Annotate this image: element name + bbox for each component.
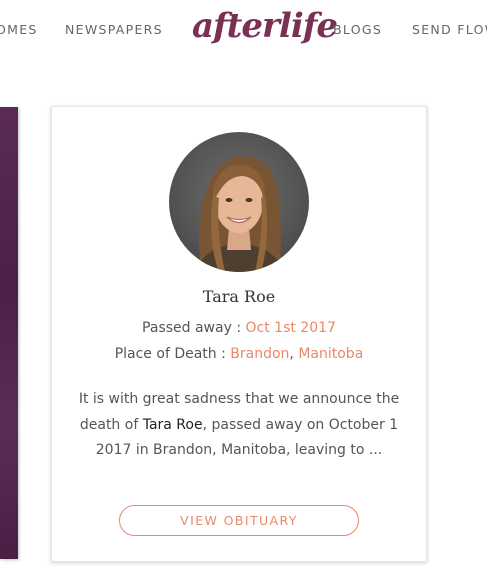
- city-link[interactable]: Brandon: [230, 346, 289, 362]
- province-link[interactable]: Manitoba: [298, 346, 363, 362]
- previous-obituary-card[interactable]: [0, 107, 18, 559]
- avatar[interactable]: [169, 132, 309, 272]
- passed-away-line: Passed away : Oct 1st 2017: [52, 320, 426, 336]
- passed-away-label: Passed away :: [142, 320, 246, 336]
- nav-link-newspapers[interactable]: NEWSPAPERS: [65, 22, 163, 37]
- afterlife-logo[interactable]: afterlife: [192, 2, 338, 50]
- place-of-death-line: Place of Death : Brandon, Manitoba: [52, 346, 426, 362]
- obituary-excerpt: It is with great sadness that we announc…: [72, 387, 406, 464]
- portrait-photo: [194, 156, 286, 272]
- nav-link-send-flowers[interactable]: SEND FLOW: [412, 22, 487, 37]
- nav-link-homes[interactable]: OMES: [0, 22, 38, 37]
- passed-away-date-link[interactable]: Oct 1st 2017: [246, 320, 336, 336]
- nav-link-blogs[interactable]: BLOGS: [333, 22, 382, 37]
- place-separator: ,: [289, 346, 299, 362]
- top-navigation: OMES NEWSPAPERS afterlife BLOGS SEND FLO…: [0, 0, 487, 62]
- view-obituary-button[interactable]: VIEW OBITUARY: [119, 505, 359, 536]
- obituary-card: Tara Roe Passed away : Oct 1st 2017 Plac…: [51, 106, 427, 562]
- deceased-name[interactable]: Tara Roe: [52, 287, 426, 306]
- place-of-death-label: Place of Death :: [114, 346, 231, 362]
- excerpt-name: Tara Roe: [142, 416, 203, 433]
